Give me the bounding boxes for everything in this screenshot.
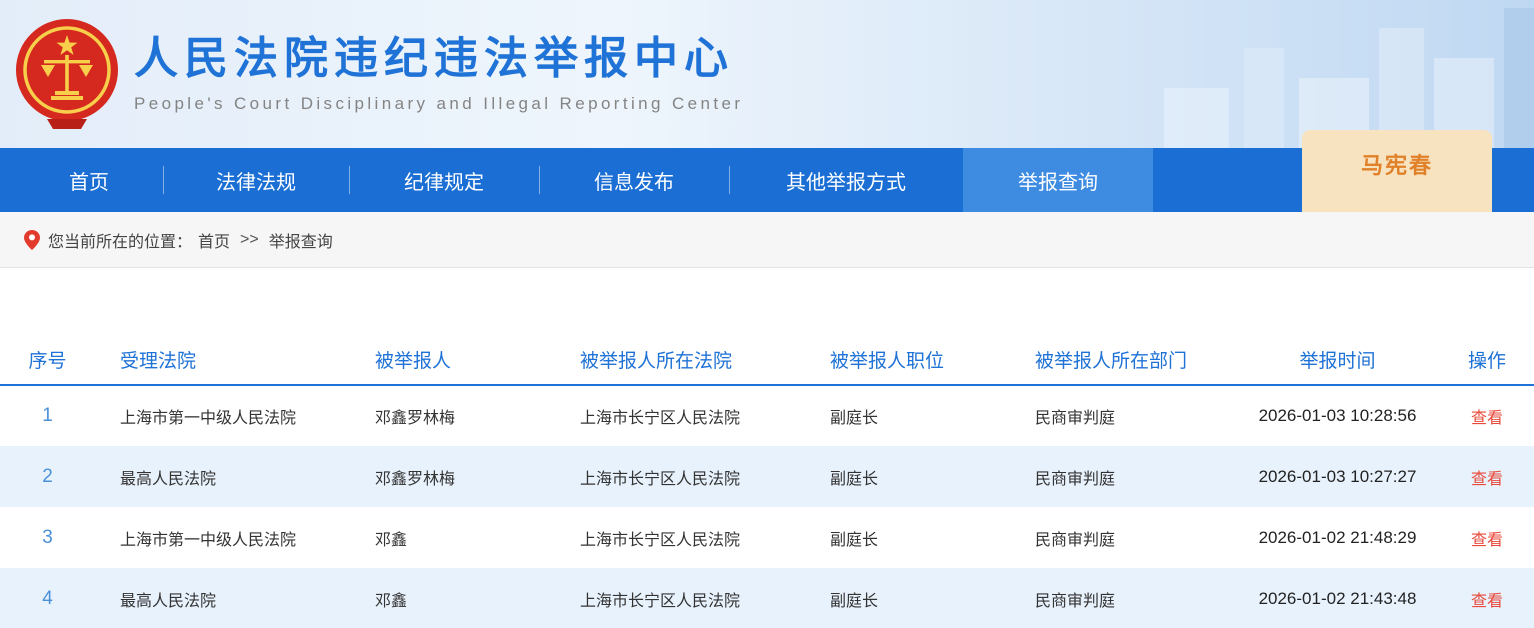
breadcrumb-current: 举报查询 — [269, 228, 333, 252]
person-department: 民商审判庭 — [1010, 446, 1235, 507]
action-cell: 查看 — [1440, 568, 1534, 628]
table-row: 4最高人民法院邓鑫上海市长宁区人民法院副庭长民商审判庭2026-01-02 21… — [0, 568, 1534, 628]
column-header: 序号 — [0, 335, 95, 385]
user-button[interactable]: 马宪春 — [1302, 130, 1492, 212]
accepting-court: 最高人民法院 — [95, 568, 350, 628]
row-no: 3 — [0, 507, 95, 568]
report-table: 序号受理法院被举报人被举报人所在法院被举报人职位被举报人所在部门举报时间操作 1… — [0, 335, 1534, 628]
accepting-court: 上海市第一中级人民法院 — [95, 507, 350, 568]
table-row: 1上海市第一中级人民法院邓鑫罗林梅上海市长宁区人民法院副庭长民商审判庭2026-… — [0, 385, 1534, 446]
nav-item-home[interactable]: 首页 — [15, 148, 163, 212]
person-position: 副庭长 — [805, 568, 1010, 628]
action-cell: 查看 — [1440, 446, 1534, 507]
column-header: 被举报人所在法院 — [555, 335, 805, 385]
breadcrumb-separator: >> — [240, 231, 259, 249]
site-subtitle: People's Court Disciplinary and Illegal … — [134, 94, 743, 114]
row-no: 4 — [0, 568, 95, 628]
person-department: 民商审判庭 — [1010, 507, 1235, 568]
breadcrumb: 您当前所在的位置： 首页 >> 举报查询 — [0, 212, 1534, 268]
table-row: 3上海市第一中级人民法院邓鑫上海市长宁区人民法院副庭长民商审判庭2026-01-… — [0, 507, 1534, 568]
view-link[interactable]: 查看 — [1471, 410, 1503, 427]
column-header: 被举报人 — [350, 335, 555, 385]
column-header: 操作 — [1440, 335, 1534, 385]
site-titles: 人民法院违纪违法举报中心 People's Court Disciplinary… — [134, 34, 743, 115]
person-department: 民商审判庭 — [1010, 568, 1235, 628]
nav-items: 首页法律法规纪律规定信息发布其他举报方式举报查询 — [0, 148, 1153, 212]
person-position: 副庭长 — [805, 507, 1010, 568]
accepting-court: 上海市第一中级人民法院 — [95, 385, 350, 446]
table-body: 1上海市第一中级人民法院邓鑫罗林梅上海市长宁区人民法院副庭长民商审判庭2026-… — [0, 385, 1534, 628]
site-title: 人民法院违纪违法举报中心 — [134, 34, 743, 85]
action-cell: 查看 — [1440, 385, 1534, 446]
action-cell: 查看 — [1440, 507, 1534, 568]
report-time: 2026-01-02 21:48:29 — [1235, 507, 1440, 568]
person-position: 副庭长 — [805, 446, 1010, 507]
person-court: 上海市长宁区人民法院 — [555, 385, 805, 446]
site-header: 人民法院违纪违法举报中心 People's Court Disciplinary… — [0, 0, 1534, 148]
reported-person: 邓鑫 — [350, 568, 555, 628]
column-header: 举报时间 — [1235, 335, 1440, 385]
report-query-results: 序号受理法院被举报人被举报人所在法院被举报人职位被举报人所在部门举报时间操作 1… — [0, 268, 1534, 628]
person-court: 上海市长宁区人民法院 — [555, 446, 805, 507]
column-header: 被举报人所在部门 — [1010, 335, 1235, 385]
report-time: 2026-01-02 21:43:48 — [1235, 568, 1440, 628]
row-no: 2 — [0, 446, 95, 507]
main-nav: 首页法律法规纪律规定信息发布其他举报方式举报查询 马宪春 — [0, 148, 1534, 212]
column-header: 被举报人职位 — [805, 335, 1010, 385]
view-link[interactable]: 查看 — [1471, 471, 1503, 488]
table-row: 2最高人民法院邓鑫罗林梅上海市长宁区人民法院副庭长民商审判庭2026-01-03… — [0, 446, 1534, 507]
column-header: 受理法院 — [95, 335, 350, 385]
person-court: 上海市长宁区人民法院 — [555, 507, 805, 568]
person-position: 副庭长 — [805, 385, 1010, 446]
row-no: 1 — [0, 385, 95, 446]
breadcrumb-prefix: 您当前所在的位置： — [48, 228, 192, 252]
reported-person: 邓鑫罗林梅 — [350, 385, 555, 446]
table-header-row: 序号受理法院被举报人被举报人所在法院被举报人职位被举报人所在部门举报时间操作 — [0, 335, 1534, 385]
nav-item-info-release[interactable]: 信息发布 — [539, 148, 729, 212]
city-skyline-decoration — [974, 0, 1534, 148]
accepting-court: 最高人民法院 — [95, 446, 350, 507]
location-pin-icon — [24, 230, 40, 250]
reported-person: 邓鑫 — [350, 507, 555, 568]
reported-person: 邓鑫罗林梅 — [350, 446, 555, 507]
person-department: 民商审判庭 — [1010, 385, 1235, 446]
nav-item-laws-regulations[interactable]: 法律法规 — [163, 148, 349, 212]
nav-item-other-report-methods[interactable]: 其他举报方式 — [729, 148, 963, 212]
nav-item-report-query[interactable]: 举报查询 — [963, 148, 1153, 212]
report-time: 2026-01-03 10:28:56 — [1235, 385, 1440, 446]
person-court: 上海市长宁区人民法院 — [555, 568, 805, 628]
view-link[interactable]: 查看 — [1471, 532, 1503, 549]
court-emblem-logo — [14, 15, 120, 133]
breadcrumb-home-link[interactable]: 首页 — [198, 228, 230, 252]
view-link[interactable]: 查看 — [1471, 593, 1503, 610]
nav-item-discipline-rules[interactable]: 纪律规定 — [349, 148, 539, 212]
report-time: 2026-01-03 10:27:27 — [1235, 446, 1440, 507]
